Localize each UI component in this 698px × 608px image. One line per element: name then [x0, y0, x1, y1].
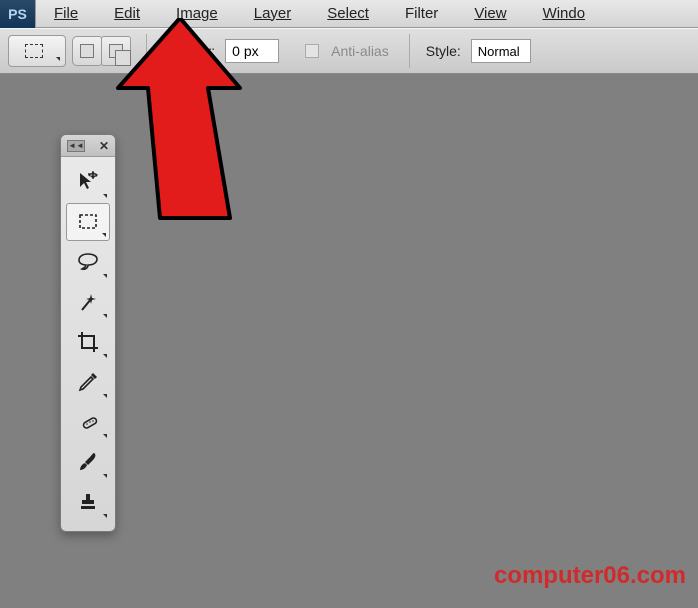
menu-view[interactable]: View: [456, 0, 524, 28]
submenu-icon: [103, 354, 107, 358]
options-bar: Feather: Anti-alias Style: Normal: [0, 28, 698, 74]
palette-header[interactable]: ◄◄ ✕: [61, 135, 115, 157]
menu-select[interactable]: Select: [309, 0, 387, 28]
tool-preset-picker[interactable]: [8, 35, 66, 67]
lasso-icon: [76, 250, 100, 274]
submenu-icon: [103, 274, 107, 278]
selection-mode-group: [72, 36, 130, 66]
collapse-icon[interactable]: ◄◄: [67, 140, 85, 152]
style-value: Normal: [478, 44, 520, 59]
antialias-checkbox: [305, 44, 319, 58]
brush-icon: [76, 450, 100, 474]
watermark: computer06.com: [494, 562, 686, 590]
feather-label: Feather:: [163, 43, 215, 59]
feather-input[interactable]: [225, 39, 279, 63]
selection-new-icon: [80, 44, 94, 58]
chevron-down-icon: [56, 57, 60, 61]
menu-filter[interactable]: Filter: [387, 0, 456, 28]
tool-wand[interactable]: [66, 283, 110, 321]
style-label: Style:: [426, 43, 461, 59]
divider: [146, 34, 147, 68]
tool-list: [61, 157, 115, 531]
crop-icon: [76, 330, 100, 354]
marquee-icon: [76, 210, 100, 234]
tool-marquee[interactable]: [66, 203, 110, 241]
tool-move[interactable]: [66, 163, 110, 201]
marquee-icon: [25, 44, 43, 58]
app-badge: PS: [0, 0, 36, 28]
menu-bar: PS File Edit Image Layer Select Filter V…: [0, 0, 698, 28]
tool-brush[interactable]: [66, 443, 110, 481]
submenu-icon: [103, 394, 107, 398]
submenu-icon: [103, 514, 107, 518]
tool-crop[interactable]: [66, 323, 110, 361]
menu-window[interactable]: Windo: [525, 0, 604, 28]
antialias-label: Anti-alias: [331, 43, 389, 59]
move-icon: [76, 170, 100, 194]
healing-icon: [76, 410, 100, 434]
close-icon[interactable]: ✕: [99, 139, 109, 153]
wand-icon: [76, 290, 100, 314]
eyedropper-icon: [76, 370, 100, 394]
selection-add-button[interactable]: [101, 36, 131, 66]
tool-lasso[interactable]: [66, 243, 110, 281]
submenu-icon: [103, 194, 107, 198]
tool-palette: ◄◄ ✕: [60, 134, 116, 532]
selection-add-icon: [109, 44, 123, 58]
submenu-icon: [102, 233, 106, 237]
menu-file[interactable]: File: [36, 0, 96, 28]
submenu-icon: [103, 474, 107, 478]
menu-image[interactable]: Image: [158, 0, 236, 28]
menu-layer[interactable]: Layer: [236, 0, 310, 28]
tool-eyedropper[interactable]: [66, 363, 110, 401]
stamp-icon: [76, 490, 100, 514]
menu-edit[interactable]: Edit: [96, 0, 158, 28]
selection-new-button[interactable]: [72, 36, 102, 66]
submenu-icon: [103, 434, 107, 438]
style-select[interactable]: Normal: [471, 39, 531, 63]
tool-stamp[interactable]: [66, 483, 110, 521]
submenu-icon: [103, 314, 107, 318]
divider: [409, 34, 410, 68]
tool-healing[interactable]: [66, 403, 110, 441]
